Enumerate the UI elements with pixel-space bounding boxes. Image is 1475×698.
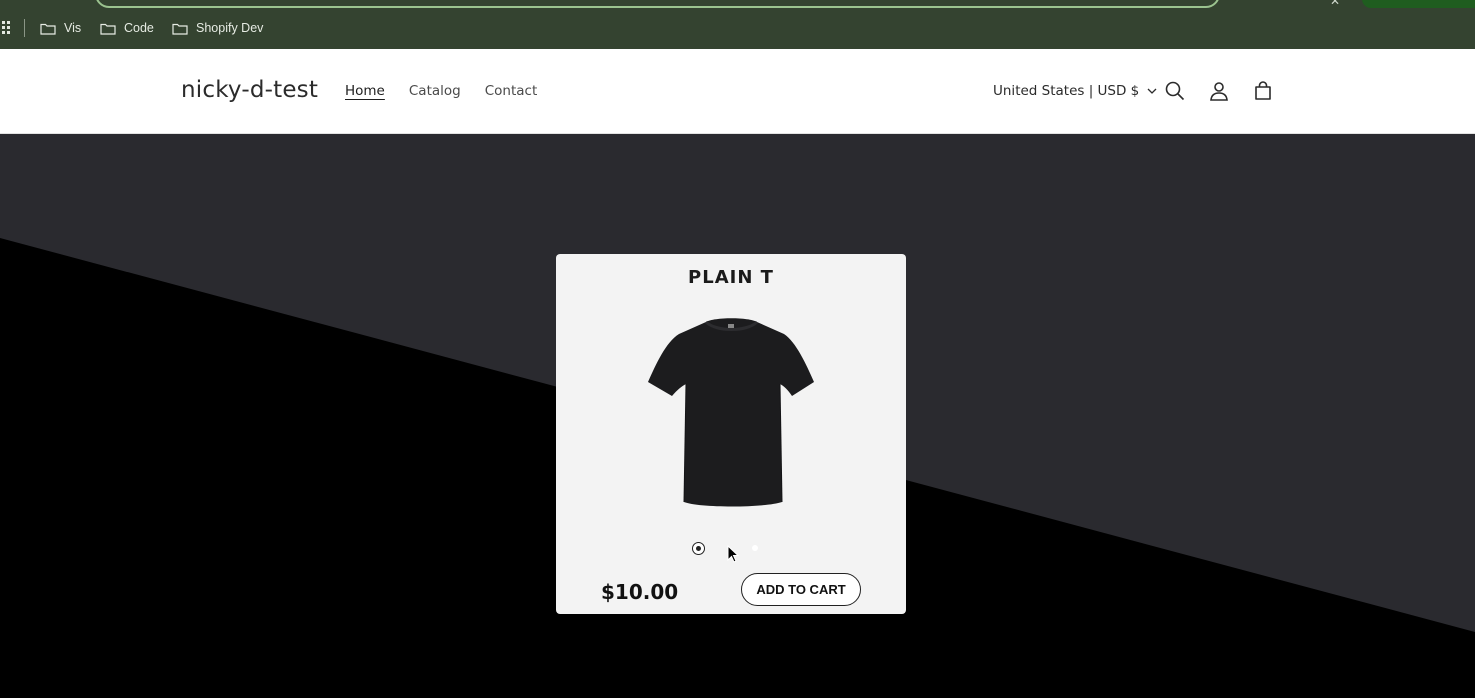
product-price: $10.00 (601, 580, 679, 604)
currency-selector[interactable]: United States | USD $ (993, 83, 1157, 99)
product-image[interactable] (644, 314, 819, 509)
product-title: PLAIN T (688, 267, 774, 288)
bookmark-separator (24, 19, 25, 37)
bookmark-label: Code (124, 21, 154, 35)
nav-contact[interactable]: Contact (485, 83, 538, 99)
nav-catalog[interactable]: Catalog (409, 83, 461, 99)
bookmark-code[interactable]: Code (100, 19, 154, 37)
add-to-cart-button[interactable]: ADD TO CART (741, 573, 861, 606)
nav-home[interactable]: Home (345, 83, 385, 99)
carousel-dot-1[interactable] (692, 542, 705, 555)
store-header: nicky-d-test Home Catalog Contact United… (0, 49, 1475, 134)
search-icon[interactable] (1163, 79, 1187, 103)
bookmark-vis[interactable]: Vis (40, 19, 81, 37)
browser-bookmark-bar: ✕ Vis Code Shopify Dev (0, 0, 1475, 49)
carousel-dot-3[interactable] (752, 545, 758, 551)
mouse-cursor-icon (727, 545, 739, 563)
bookmark-label: Shopify Dev (196, 21, 264, 35)
browser-action-button[interactable] (1362, 0, 1475, 8)
account-icon[interactable] (1207, 79, 1231, 103)
folder-icon (40, 22, 56, 35)
close-icon[interactable]: ✕ (1330, 0, 1340, 8)
main-nav: Home Catalog Contact (345, 83, 537, 99)
bookmark-label: Vis (64, 21, 82, 35)
cart-icon[interactable] (1251, 79, 1275, 103)
address-bar[interactable] (95, 0, 1220, 8)
bookmark-shopify-dev[interactable]: Shopify Dev (172, 19, 263, 37)
apps-grid-icon[interactable] (2, 21, 10, 35)
chevron-down-icon (1147, 83, 1157, 99)
currency-label: United States | USD $ (993, 83, 1140, 99)
folder-icon (172, 22, 188, 35)
store-logo[interactable]: nicky-d-test (181, 77, 318, 103)
folder-icon (100, 22, 116, 35)
